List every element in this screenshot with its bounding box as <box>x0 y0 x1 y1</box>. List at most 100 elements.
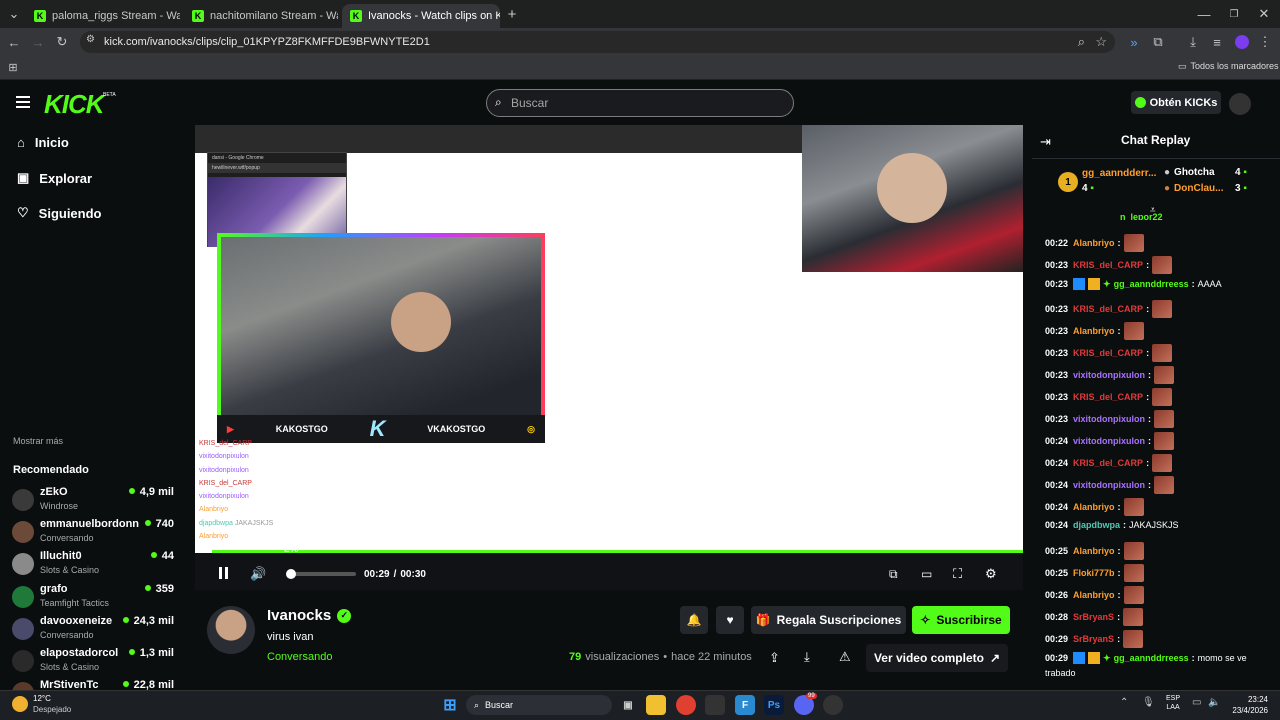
file-explorer-icon[interactable] <box>646 695 666 715</box>
recommended-channel[interactable]: emmanuelbordonn Conversando 740 <box>12 518 187 550</box>
channel-avatar[interactable] <box>207 606 255 654</box>
browser-tab-2[interactable]: K nachitomilano Stream - Watch ✕ <box>184 4 338 28</box>
full-video-button[interactable]: Ver video completo ↗ <box>866 644 1008 672</box>
volume-handle[interactable] <box>286 569 296 579</box>
get-kicks-button[interactable]: Obtén KICKs <box>1131 91 1221 114</box>
chat-text-continued: trabado <box>1045 668 1076 678</box>
speaker-icon[interactable]: 🔈 <box>1208 697 1220 708</box>
chat-username[interactable]: vixitodonpixulon <box>1073 414 1145 424</box>
pip-icon[interactable]: ⧉ <box>889 567 898 582</box>
chat-username[interactable]: Alanbriyo <box>1073 590 1115 600</box>
chat-username[interactable]: gg_aannddrreess <box>1114 279 1189 289</box>
search-input[interactable]: ⌕ Buscar <box>486 89 794 117</box>
site-info-icon[interactable]: ⚙ <box>86 34 95 45</box>
pause-icon[interactable] <box>219 567 231 581</box>
recommended-channel[interactable]: MrStivenTc 22,8 mil <box>12 679 187 690</box>
chat-username[interactable]: Alanbriyo <box>1073 238 1115 248</box>
channel-name: Ivanocks <box>267 607 332 624</box>
recommended-channel[interactable]: Illuchit0 Slots & Casino 44 <box>12 550 187 582</box>
report-icon[interactable]: ⚠ <box>839 649 851 665</box>
subscribe-button[interactable]: ✧ Suscribirse <box>912 606 1010 634</box>
url-field[interactable]: ⚙ kick.com/ivanocks/clips/clip_01KPYPZ8F… <box>80 31 1115 53</box>
follow-heart-button[interactable]: ♥ <box>716 606 744 634</box>
volume-slider[interactable] <box>286 569 356 579</box>
recommended-channel[interactable]: grafo Teamfight Tactics 359 <box>12 583 187 615</box>
chat-username[interactable]: vixitodonpixulon <box>1073 480 1145 490</box>
extensions-puzzle-icon[interactable]: ⧉ <box>1151 34 1165 50</box>
chat-username[interactable]: KRIS_del_CARP <box>1073 304 1143 314</box>
share-icon[interactable]: ⇪ <box>769 650 780 666</box>
close-window-icon[interactable]: ✕ <box>1256 6 1272 22</box>
new-tab-icon[interactable]: + <box>504 6 520 23</box>
browser-tab-1[interactable]: K paloma_riggs Stream - Watch L ✕ <box>26 4 180 28</box>
maximize-icon[interactable]: ❐ <box>1226 6 1242 22</box>
forward-icon[interactable]: → <box>30 34 46 50</box>
steam-icon[interactable] <box>823 695 843 715</box>
reload-icon[interactable]: ↻ <box>54 34 70 50</box>
extension-icon[interactable]: » <box>1127 34 1141 50</box>
minimize-icon[interactable]: — <box>1196 6 1212 22</box>
apps-grid-icon[interactable]: ⊞ <box>6 60 20 74</box>
video-player[interactable]: dansi - Google Chrome hewillnever.wtf/po… <box>195 125 1023 590</box>
settings-gear-icon[interactable]: ⚙ <box>985 566 997 582</box>
download-icon[interactable]: ⤓ <box>1186 34 1200 50</box>
tray-chevron-icon[interactable]: ⌃ <box>1120 697 1128 708</box>
theater-mode-icon[interactable]: ▭ <box>921 567 932 581</box>
category-link[interactable]: Conversando <box>267 651 332 663</box>
collapse-chat-icon[interactable]: ⇥ <box>1040 134 1051 150</box>
chat-username[interactable]: KRIS_del_CARP <box>1073 392 1143 402</box>
media-icon[interactable]: ≡ <box>1210 34 1224 50</box>
windows-start-icon[interactable]: ⊞ <box>440 695 460 715</box>
fullscreen-icon[interactable]: ⛶ <box>953 566 962 582</box>
browser-tab-3[interactable]: K Ivanocks - Watch clips on K ✕ <box>342 4 500 28</box>
tab-search-icon[interactable]: ⌄ <box>6 6 22 22</box>
recommended-channel[interactable]: davooxeneize Conversando 24,3 mil <box>12 615 187 647</box>
network-icon[interactable]: ▭ <box>1192 697 1201 708</box>
microphone-icon[interactable]: 🎙 <box>1142 697 1155 708</box>
user-avatar[interactable] <box>1229 93 1251 115</box>
hamburger-menu-icon[interactable] <box>16 96 30 108</box>
chat-username[interactable]: SrBryanS <box>1073 634 1114 644</box>
chat-username[interactable]: Alanbriyo <box>1073 326 1115 336</box>
volume-icon[interactable]: 🔊 <box>250 566 266 582</box>
weather-moon-icon[interactable] <box>12 696 28 712</box>
chat-username[interactable]: SrBryanS <box>1073 612 1114 622</box>
profile-avatar[interactable] <box>1235 35 1249 49</box>
app-icon[interactable] <box>705 695 725 715</box>
show-more-link[interactable]: Mostrar más <box>13 436 63 446</box>
back-icon[interactable]: ← <box>6 34 22 50</box>
chat-username[interactable]: Floki777b <box>1073 568 1115 578</box>
menu-kebab-icon[interactable]: ⋮ <box>1258 34 1272 50</box>
chrome-icon[interactable] <box>676 695 696 715</box>
chat-username[interactable]: Alanbriyo <box>1073 546 1115 556</box>
f-app-icon[interactable]: F <box>735 695 755 715</box>
progress-bar[interactable] <box>195 550 1023 553</box>
clock[interactable]: 23:24 23/4/2026 <box>1226 694 1268 716</box>
chat-username[interactable]: vixitodonpixulon <box>1073 436 1145 446</box>
nav-following[interactable]: ♡ Siguiendo <box>17 205 102 221</box>
channel-name-row[interactable]: Ivanocks ✓ <box>267 607 352 624</box>
chat-username[interactable]: vixitodonpixulon <box>1073 370 1145 380</box>
download-clip-icon[interactable]: ⤓ <box>804 649 810 665</box>
recommended-channel[interactable]: elapostadorcol Slots & Casino 1,3 mil <box>12 647 187 679</box>
gift-subs-button[interactable]: 🎁 Regala Suscripciones <box>751 606 906 634</box>
notification-bell-button[interactable]: 🔔 <box>680 606 708 634</box>
chat-username[interactable]: gg_aannddrreess <box>1114 653 1189 663</box>
nav-explore[interactable]: ▣ Explorar <box>17 170 92 186</box>
chat-username[interactable]: Alanbriyo <box>1073 502 1115 512</box>
all-bookmarks[interactable]: ▭ Todos los marcadores <box>1178 61 1279 72</box>
bookmark-star-icon[interactable]: ☆ <box>1095 34 1107 50</box>
recommended-channel[interactable]: zEkO Windrose 4,9 mil <box>12 486 187 518</box>
language-indicator[interactable]: ESP LAA <box>1166 694 1180 712</box>
zoom-icon[interactable]: ⌕ <box>1078 34 1085 50</box>
tab-label: Ivanocks - Watch clips on K <box>368 10 500 22</box>
photoshop-icon[interactable]: Ps <box>764 695 784 715</box>
chat-username[interactable]: KRIS_del_CARP <box>1073 348 1143 358</box>
chat-username[interactable]: djapdbwpa <box>1073 520 1120 530</box>
task-view-icon[interactable]: ▣ <box>618 695 638 715</box>
taskbar-search[interactable]: ⌕ Buscar <box>466 695 612 715</box>
chat-username[interactable]: KRIS_del_CARP <box>1073 260 1143 270</box>
nav-home[interactable]: ⌂ Inicio <box>17 135 69 150</box>
chat-username[interactable]: KRIS_del_CARP <box>1073 458 1143 468</box>
kick-logo[interactable]: KICK <box>44 89 105 120</box>
